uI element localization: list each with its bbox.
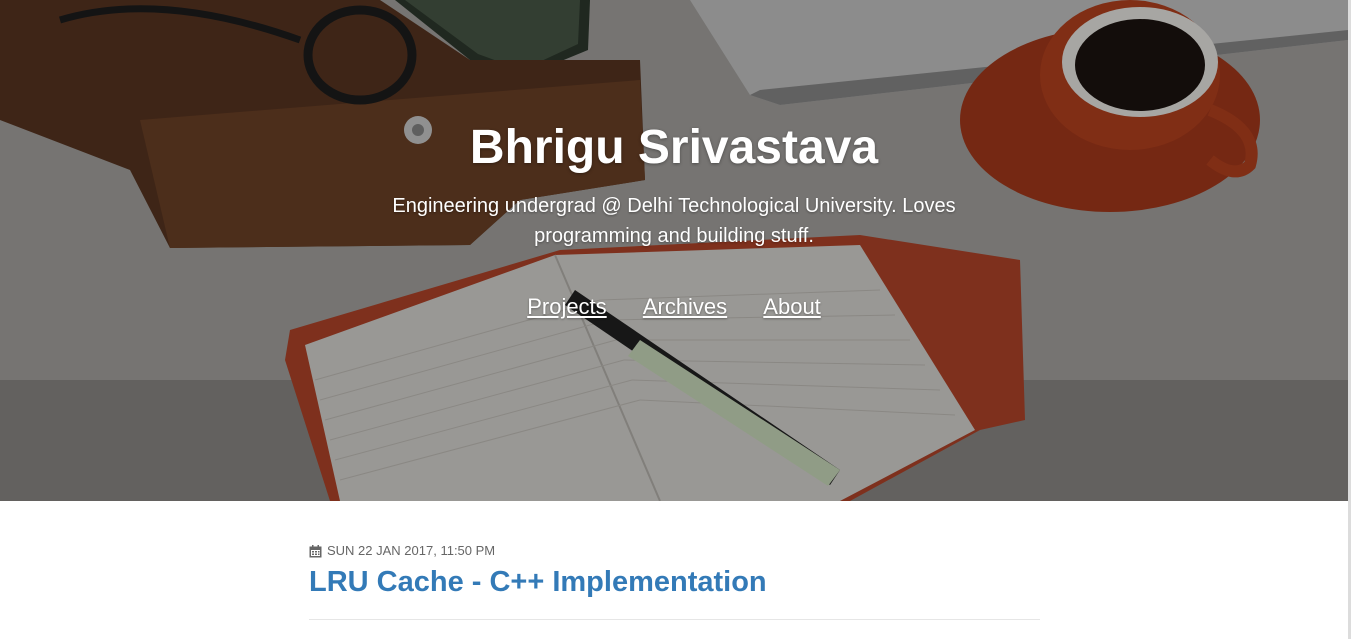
post-title-link[interactable]: LRU Cache - C++ Implementation [309,565,1040,599]
post-meta: SUN 22 JAN 2017, 11:50 PM [309,540,1040,562]
hero-header: Bhrigu Srivastava Engineering undergrad … [0,0,1348,501]
nav-link-projects[interactable]: Projects [527,294,606,319]
main-nav: Projects Archives About [0,292,1348,322]
post-preview: SUN 22 JAN 2017, 11:50 PM LRU Cache - C+… [309,540,1040,599]
hero-content: Bhrigu Srivastava Engineering undergrad … [0,0,1348,501]
site-title[interactable]: Bhrigu Srivastava [0,120,1348,176]
site-description: Engineering undergrad @ Delhi Technologi… [392,195,956,247]
nav-link-about[interactable]: About [763,294,821,319]
post-date: SUN 22 JAN 2017, 11:50 PM [327,543,496,558]
page: Bhrigu Srivastava Engineering undergrad … [0,0,1351,639]
nav-link-archives[interactable]: Archives [643,294,727,319]
calendar-icon [309,544,322,557]
post-divider [309,619,1040,620]
